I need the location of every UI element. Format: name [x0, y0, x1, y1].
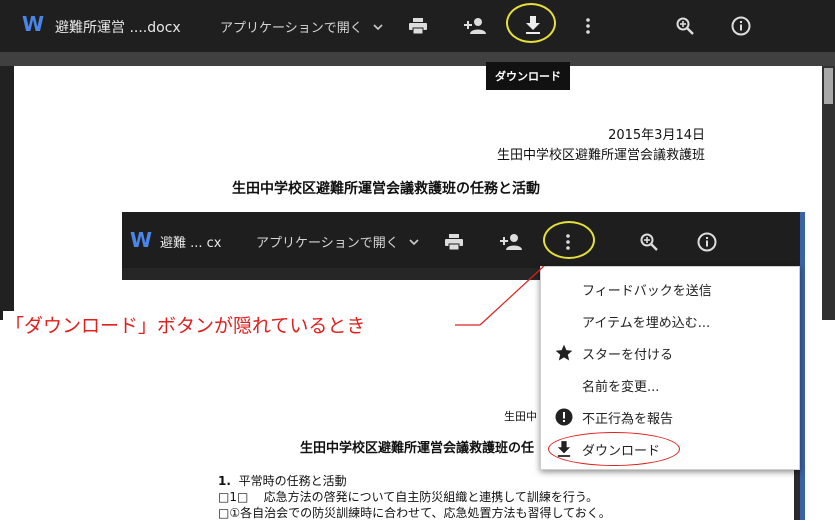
annotation-connector: [455, 265, 545, 326]
annotation-text: 「ダウンロード」ボタンが隠れているとき: [3, 311, 368, 338]
